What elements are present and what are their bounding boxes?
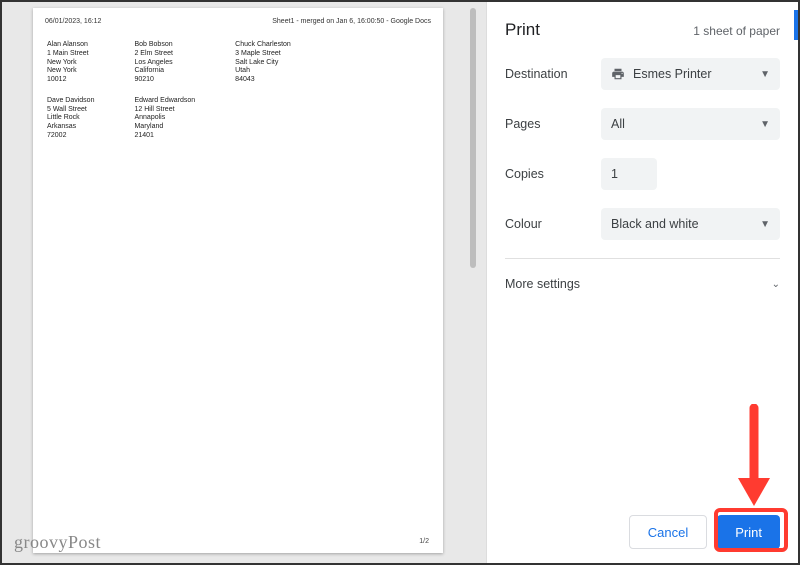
colour-select[interactable]: Black and white ▼ bbox=[601, 208, 780, 240]
destination-value: Esmes Printer bbox=[633, 67, 712, 81]
chevron-down-icon: ⌄ bbox=[772, 279, 780, 290]
print-settings-panel: Print 1 sheet of paper Destination Esmes… bbox=[486, 2, 798, 563]
print-button[interactable]: Print bbox=[717, 515, 780, 549]
more-settings-toggle[interactable]: More settings ⌄ bbox=[505, 273, 780, 295]
address-column: Chuck Charleston3 Maple StreetSalt Lake … bbox=[235, 41, 291, 141]
accent-edge bbox=[794, 10, 798, 40]
copies-input[interactable] bbox=[601, 158, 657, 190]
address-block: Alan Alanson1 Main StreetNew YorkNew Yor… bbox=[47, 41, 94, 85]
more-settings-label: More settings bbox=[505, 277, 580, 291]
copies-label: Copies bbox=[505, 167, 601, 181]
divider bbox=[505, 258, 780, 259]
watermark: groovyPost bbox=[14, 532, 101, 553]
address-block: Chuck Charleston3 Maple StreetSalt Lake … bbox=[235, 41, 291, 85]
colour-value: Black and white bbox=[611, 217, 699, 231]
chevron-down-icon: ▼ bbox=[760, 119, 770, 130]
address-block: Dave Davidson5 Wall StreetLittle RockArk… bbox=[47, 97, 94, 141]
pages-label: Pages bbox=[505, 117, 601, 131]
printer-icon bbox=[611, 67, 625, 81]
chevron-down-icon: ▼ bbox=[760, 69, 770, 80]
chevron-down-icon: ▼ bbox=[760, 219, 770, 230]
preview-scrollbar[interactable] bbox=[470, 8, 476, 268]
dialog-footer: Cancel Print bbox=[487, 501, 798, 563]
destination-select[interactable]: Esmes Printer ▼ bbox=[601, 58, 780, 90]
sheet-count: 1 sheet of paper bbox=[693, 24, 780, 38]
panel-title: Print bbox=[505, 20, 540, 40]
preview-page-number: 1/2 bbox=[419, 538, 429, 545]
preview-doc-title: Sheet1 - merged on Jan 6, 16:00:50 - Goo… bbox=[272, 18, 431, 25]
colour-label: Colour bbox=[505, 217, 601, 231]
address-block: Bob Bobson2 Elm StreetLos AngelesCalifor… bbox=[134, 41, 195, 85]
address-column: Bob Bobson2 Elm StreetLos AngelesCalifor… bbox=[134, 41, 195, 141]
preview-timestamp: 06/01/2023, 16:12 bbox=[45, 18, 101, 25]
preview-page: 06/01/2023, 16:12 Sheet1 - merged on Jan… bbox=[33, 8, 443, 553]
pages-value: All bbox=[611, 117, 625, 131]
address-block: Edward Edwardson12 Hill StreetAnnapolisM… bbox=[134, 97, 195, 141]
print-dialog-window: 06/01/2023, 16:12 Sheet1 - merged on Jan… bbox=[0, 0, 800, 565]
pages-select[interactable]: All ▼ bbox=[601, 108, 780, 140]
cancel-button[interactable]: Cancel bbox=[629, 515, 707, 549]
destination-label: Destination bbox=[505, 67, 601, 81]
print-preview-pane: 06/01/2023, 16:12 Sheet1 - merged on Jan… bbox=[2, 2, 486, 563]
address-column: Alan Alanson1 Main StreetNew YorkNew Yor… bbox=[47, 41, 94, 141]
